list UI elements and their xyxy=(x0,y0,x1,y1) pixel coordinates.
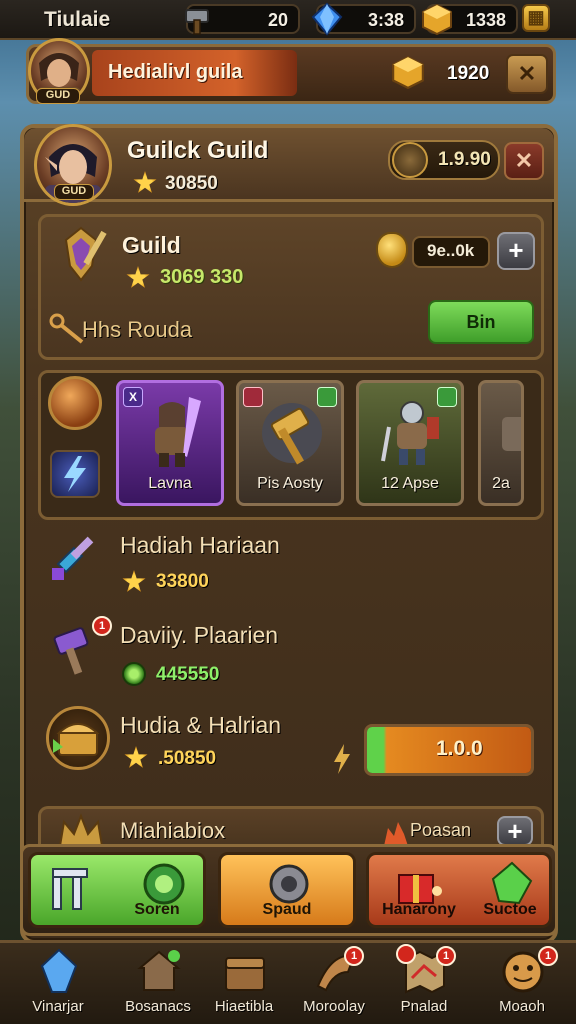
fire-icon xyxy=(384,822,408,846)
nav-item-hiaetibla[interactable]: Hiaetibla xyxy=(196,944,292,1024)
treasure-chest-icon xyxy=(53,723,100,756)
quest-title: Hedialivl guila xyxy=(108,61,243,83)
partial-row-add-button[interactable]: + xyxy=(497,816,533,846)
nav-item-bosanacs[interactable]: Bosanacs xyxy=(110,944,206,1024)
partial-row-title: Miahiabiox xyxy=(120,818,226,843)
hero-card[interactable]: X Lavna xyxy=(116,380,224,506)
quest-avatar-level: GUD xyxy=(36,88,80,104)
plus-icon: + xyxy=(507,816,523,846)
close-guild-button[interactable]: ✕ xyxy=(504,142,544,180)
nav-label: Pnalad xyxy=(400,998,448,1015)
leader-level: GUD xyxy=(54,184,94,200)
hero-card[interactable]: 12 Apse xyxy=(356,380,464,506)
resource-gem[interactable]: 3:38 xyxy=(311,2,416,36)
chest-frame xyxy=(46,706,110,770)
chest-icon xyxy=(225,957,265,991)
guild-score: 30850 xyxy=(165,173,218,194)
notification-badge: 1 xyxy=(436,946,456,966)
guild-name: Guilck Guild xyxy=(127,137,269,164)
resource-hammer[interactable]: 20 xyxy=(185,4,300,35)
golden-hammer-icon xyxy=(262,403,322,465)
guild-emblem-icon xyxy=(392,142,428,178)
hero-name: 12 Apse xyxy=(381,475,439,492)
action-label: Hanarony xyxy=(382,901,456,918)
armored-warrior-icon xyxy=(381,401,439,465)
nav-label: Hiaetibla xyxy=(214,998,274,1015)
guild-card-subtitle: Hhs Rouda xyxy=(82,317,193,342)
guild-join-button[interactable]: Bin xyxy=(428,300,534,344)
guild-crest-icon xyxy=(64,226,107,282)
lightning-icon xyxy=(334,744,350,774)
resource-gold[interactable]: 1338 xyxy=(422,3,518,36)
resource-gem-value: 3:38 xyxy=(367,10,404,30)
hero-card[interactable]: 2a xyxy=(478,380,524,506)
hammer-icon xyxy=(185,9,209,35)
add-guild-resource-button[interactable]: + xyxy=(497,232,535,270)
reward-row-value: 445550 xyxy=(156,664,220,685)
hero-name: 2a xyxy=(492,475,510,492)
reward-row-value: .50850 xyxy=(158,748,217,769)
shield-emblem-icon[interactable] xyxy=(48,376,102,430)
guild-resource-value: 1.9.90 xyxy=(438,149,491,170)
gold-cube-icon xyxy=(422,3,452,36)
notification-badge: 1 xyxy=(344,946,364,966)
gold-cube-icon xyxy=(392,55,424,90)
dark-knight-icon xyxy=(155,397,201,467)
close-icon: ✕ xyxy=(514,148,534,173)
leaf-emblem-icon xyxy=(491,861,533,905)
blue-crystal-icon xyxy=(40,948,78,993)
partial-row-value: Poasan xyxy=(410,820,472,840)
action-button-soren[interactable]: Soren xyxy=(28,852,206,928)
hero-name: Pis Aosty xyxy=(257,475,323,492)
close-quest-button[interactable]: ✕ xyxy=(506,54,548,94)
app-title: Tiulaie xyxy=(44,8,111,31)
notification-badge: 1 xyxy=(538,946,558,966)
lightning-skill-icon[interactable] xyxy=(50,450,100,498)
reward-row-value: 33800 xyxy=(156,571,209,592)
hero-name: Lavna xyxy=(148,475,192,492)
guild-card-score: 3069 330 xyxy=(160,266,244,288)
blue-gem-icon xyxy=(311,2,343,36)
nav-item-pnalad[interactable]: 1 Pnalad xyxy=(376,944,472,1024)
nav-label: Moaoh xyxy=(499,998,545,1015)
guild-card-pill-value: 9e..0k xyxy=(427,241,475,260)
quest-value: 1920 xyxy=(447,63,490,84)
reward-row-title: Hadiah Hariaan xyxy=(120,532,280,558)
guild-card-title: Guild xyxy=(122,232,181,258)
reward-row-title: Hudia & Halrian xyxy=(120,712,282,738)
nav-label: Bosanacs xyxy=(125,998,191,1015)
nav-label: Vinarjar xyxy=(32,998,84,1015)
gold-shield-icon xyxy=(376,232,408,268)
add-currency-button[interactable]: ▦ xyxy=(522,4,550,32)
action-label: Suctoe xyxy=(483,901,537,918)
key-icon xyxy=(49,313,84,344)
notification-badge xyxy=(396,944,416,964)
notification-badge: 1 xyxy=(92,616,112,636)
green-orb-icon xyxy=(122,662,146,686)
menu-grid-icon: ▦ xyxy=(527,7,545,27)
hero-card[interactable]: Pis Aosty xyxy=(236,380,344,506)
resource-gold-value: 1338 xyxy=(465,10,506,30)
crystal-sword-icon xyxy=(52,536,94,580)
nav-item-vinarjar[interactable]: Vinarjar xyxy=(10,944,106,1024)
house-icon xyxy=(137,950,181,991)
close-icon: ✕ xyxy=(517,61,537,86)
action-button-group[interactable]: Hanarony Suctoe xyxy=(366,852,552,928)
nav-item-moaoh[interactable]: 1 Moaoh xyxy=(474,944,570,1024)
nav-label: Moroolay xyxy=(303,998,365,1015)
action-label: Spaud xyxy=(262,901,312,918)
nav-item-moroolay[interactable]: 1 Moroolay xyxy=(286,944,382,1024)
resource-hammer-value: 20 xyxy=(267,10,288,30)
plus-icon: + xyxy=(508,235,524,265)
reward-row-title: Daviiy. Plaarien xyxy=(120,622,279,648)
progress-value: 1.0.0 xyxy=(436,737,483,760)
hero-partial-icon xyxy=(502,417,521,451)
action-button-spaud[interactable]: Spaud xyxy=(218,852,356,928)
